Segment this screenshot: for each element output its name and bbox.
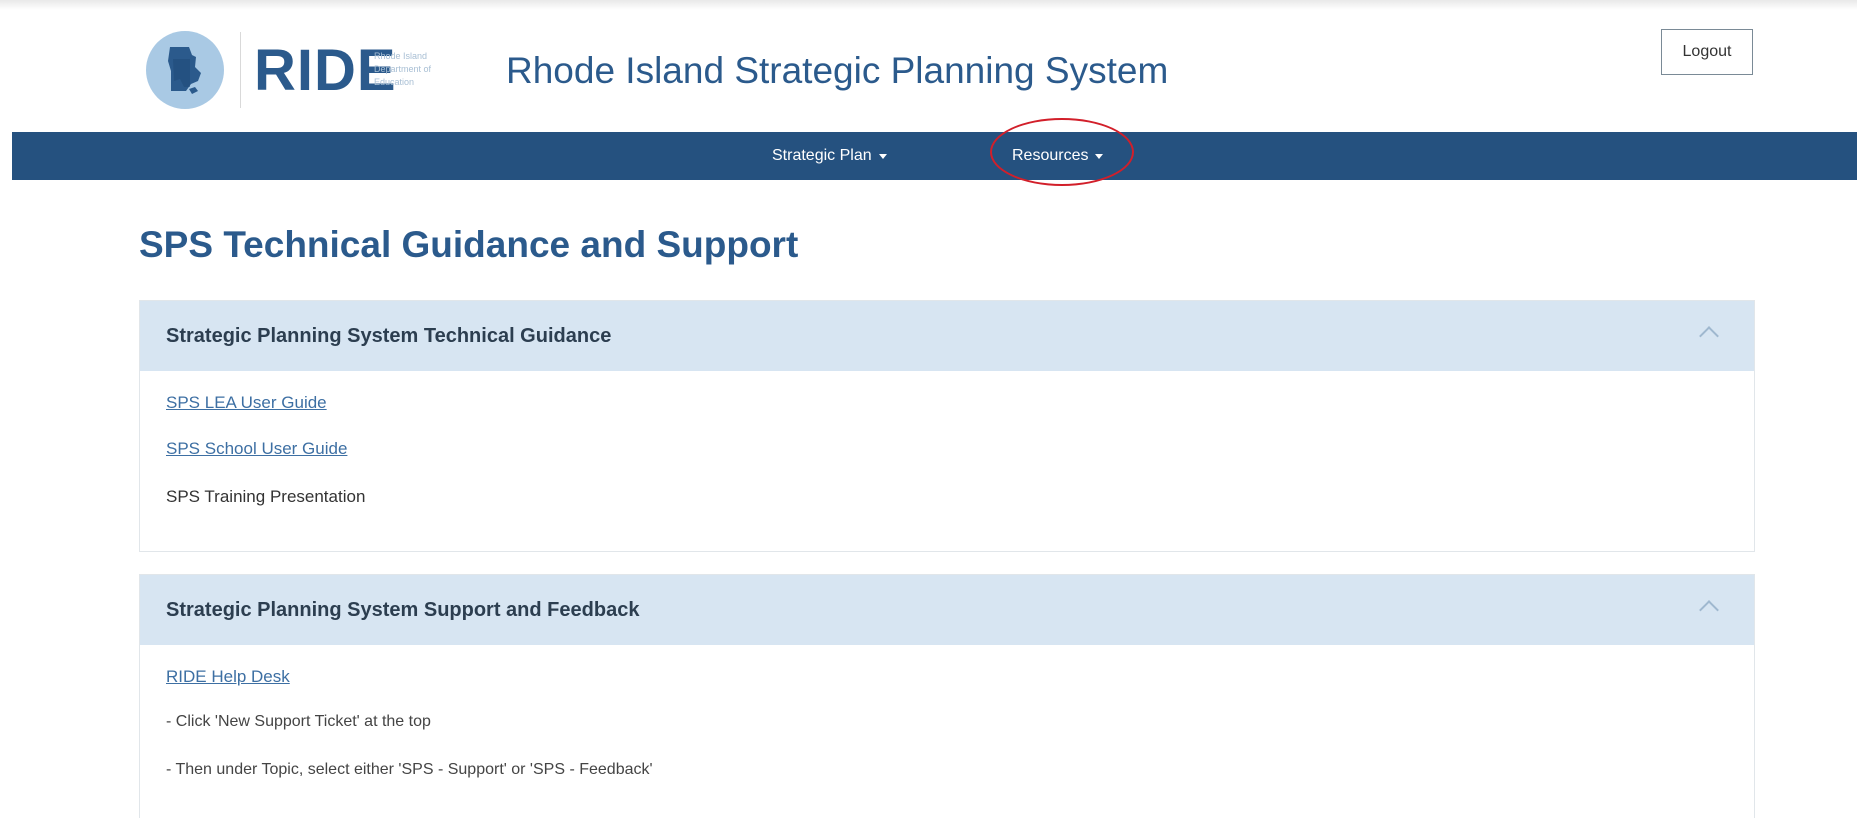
main-navbar: Strategic Plan Resources <box>12 132 1857 180</box>
panel-title: Strategic Planning System Support and Fe… <box>166 599 640 621</box>
sps-school-user-guide-link[interactable]: SPS School User Guide <box>166 439 347 459</box>
caret-down-icon <box>878 153 887 159</box>
nav-strategic-plan-dropdown[interactable]: Strategic Plan <box>772 132 887 180</box>
ride-help-desk-link[interactable]: RIDE Help Desk <box>166 667 290 687</box>
rhode-island-map-icon <box>168 47 201 94</box>
caret-down-icon <box>1095 153 1104 159</box>
logo-divider <box>240 32 241 108</box>
ride-logo-subtext: Rhode Island Department of Education <box>374 51 432 87</box>
nav-resources-dropdown[interactable]: Resources <box>1012 132 1104 180</box>
site-header: RIDE Rhode Island Department of Educatio… <box>0 0 1857 132</box>
panel-title: Strategic Planning System Technical Guid… <box>166 325 612 347</box>
instruction-line: - Click 'New Support Ticket' at the top <box>166 713 431 730</box>
page-title: SPS Technical Guidance and Support <box>139 224 799 265</box>
ride-logo-icon[interactable] <box>146 31 224 109</box>
nav-strategic-plan-label: Strategic Plan <box>772 147 872 164</box>
site-title: Rhode Island Strategic Planning System <box>506 50 1169 91</box>
support-feedback-panel: Strategic Planning System Support and Fe… <box>139 574 1755 818</box>
support-feedback-panel-header[interactable]: Strategic Planning System Support and Fe… <box>140 575 1754 645</box>
sps-training-presentation-text: SPS Training Presentation <box>166 487 366 506</box>
chevron-up-icon[interactable] <box>1699 326 1719 346</box>
technical-guidance-panel: Strategic Planning System Technical Guid… <box>139 300 1755 552</box>
logout-button[interactable]: Logout <box>1661 29 1753 75</box>
sps-lea-user-guide-link[interactable]: SPS LEA User Guide <box>166 393 327 413</box>
nav-resources-label: Resources <box>1012 147 1089 164</box>
technical-guidance-panel-header[interactable]: Strategic Planning System Technical Guid… <box>140 301 1754 371</box>
instruction-line: - Then under Topic, select either 'SPS -… <box>166 761 653 778</box>
chevron-up-icon[interactable] <box>1699 600 1719 620</box>
